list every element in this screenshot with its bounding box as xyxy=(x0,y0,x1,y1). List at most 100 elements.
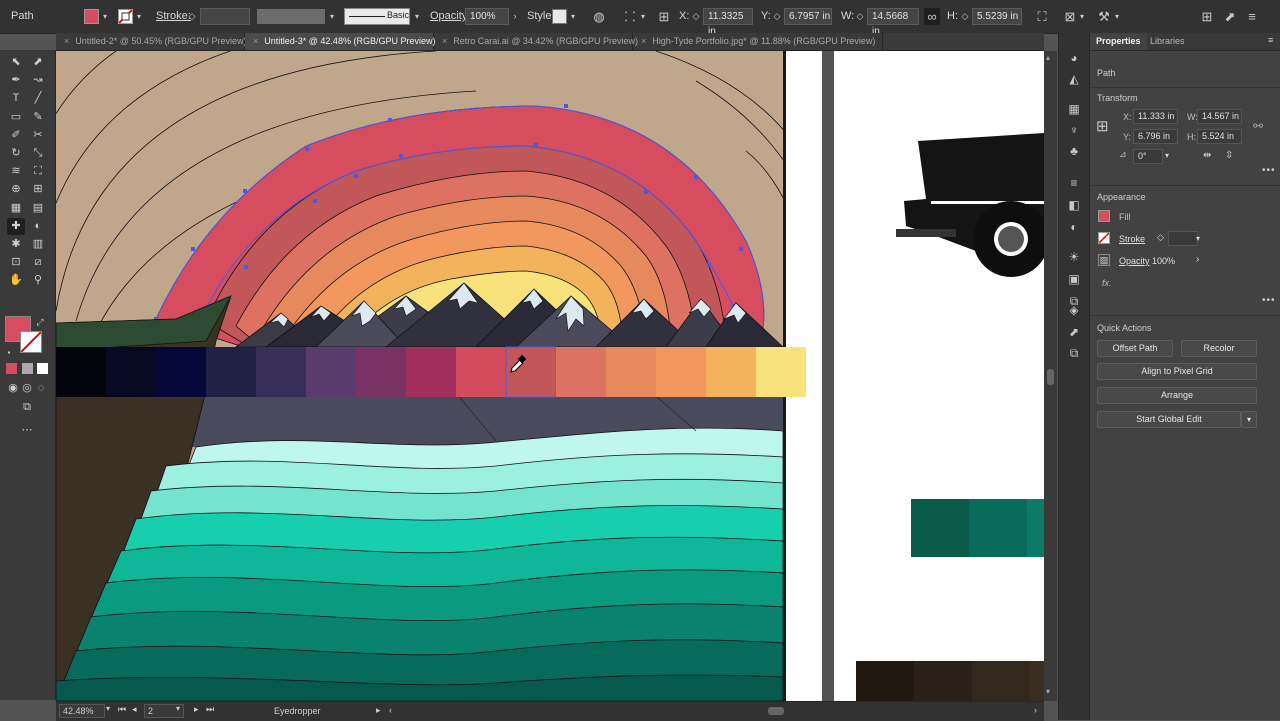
chevron-down-icon[interactable]: ▾ xyxy=(1196,234,1200,243)
line-tool-icon[interactable]: ╱ xyxy=(29,90,47,107)
horizontal-scroll-thumb[interactable] xyxy=(768,707,784,715)
y-field[interactable]: 6.796 in xyxy=(1133,129,1178,144)
chevron-down-icon[interactable]: ▾ xyxy=(569,8,577,25)
chevron-right-icon[interactable]: › xyxy=(1196,254,1199,265)
edit-toolbar-icon[interactable]: ⋯ xyxy=(18,422,36,439)
scroll-down-icon[interactable]: ▾ xyxy=(1046,687,1050,696)
h-field[interactable]: 5.5239 in xyxy=(972,8,1022,25)
variable-width-profile[interactable] xyxy=(257,9,325,24)
color-mode-icon[interactable] xyxy=(6,363,17,374)
fill-swatch[interactable] xyxy=(84,9,99,24)
stroke-weight-field[interactable] xyxy=(1168,231,1198,246)
chevron-down-icon[interactable]: ▾ xyxy=(135,8,143,25)
stepper-icon[interactable]: ◇ xyxy=(1157,232,1164,243)
palette-swatch[interactable] xyxy=(606,347,656,397)
screen-mode-icon[interactable]: ⧉ xyxy=(18,399,36,416)
layers-icon[interactable]: ◈ xyxy=(1066,302,1082,318)
graphic-styles-icon[interactable]: ▣ xyxy=(1066,271,1082,287)
menu-icon[interactable]: ≡ xyxy=(1244,8,1260,25)
column-graph-tool-icon[interactable]: ▥ xyxy=(29,236,47,253)
recolor-artwork-icon[interactable]: ◍ xyxy=(591,8,607,25)
arrange-documents-icon[interactable]: ⊞ xyxy=(1199,8,1215,25)
reference-point-icon[interactable]: ⊞ xyxy=(1096,117,1109,135)
appearance-panel-icon[interactable]: ☀ xyxy=(1066,249,1082,265)
chevron-down-icon[interactable]: ▾ xyxy=(176,704,180,713)
palette-swatch[interactable] xyxy=(156,347,206,397)
y-field[interactable]: 6.7957 in xyxy=(784,8,832,25)
stroke-panel-icon[interactable]: ≡ xyxy=(1066,175,1082,191)
perspective-tool-icon[interactable]: ⊞ xyxy=(29,181,47,198)
palette-swatch[interactable] xyxy=(556,347,606,397)
transform-icon[interactable]: ⛶ xyxy=(1034,8,1050,25)
hand-tool-icon[interactable]: ✋ xyxy=(7,272,25,289)
align-to-pixel-grid-button[interactable]: Align to Pixel Grid xyxy=(1097,363,1257,380)
artwork[interactable] xyxy=(56,51,1044,701)
last-artboard-icon[interactable]: ⏭ xyxy=(206,704,214,715)
recolor-button[interactable]: Recolor xyxy=(1181,340,1257,357)
rectangle-tool-icon[interactable]: ▭ xyxy=(7,109,25,126)
document-tab[interactable]: × Untitled-2* @ 50.45% (RGB/GPU Preview) xyxy=(56,33,246,50)
x-field[interactable]: 11.333 in xyxy=(1133,109,1178,124)
palette-swatch[interactable] xyxy=(106,347,156,397)
selection-tool-icon[interactable]: ⬉ xyxy=(7,54,25,71)
opacity-label[interactable]: Opacity xyxy=(1119,256,1150,266)
swap-fill-stroke-icon[interactable]: ⤢ xyxy=(34,314,46,331)
vertical-scrollbar[interactable]: ▴ ▾ xyxy=(1044,51,1057,701)
chevron-down-icon[interactable]: ▾ xyxy=(413,8,421,25)
symbols-icon[interactable]: ♣ xyxy=(1066,143,1082,159)
none-mode-icon[interactable] xyxy=(37,363,48,374)
palette-swatch[interactable] xyxy=(406,347,456,397)
swatches-icon[interactable]: ▦ xyxy=(1066,101,1082,117)
paintbrush-tool-icon[interactable]: ✎ xyxy=(29,109,47,126)
color-guide-icon[interactable]: ◕ xyxy=(1066,50,1082,66)
scroll-up-icon[interactable]: ▴ xyxy=(1046,53,1050,62)
more-options-icon[interactable]: ••• xyxy=(1262,165,1276,176)
offset-path-button[interactable]: Offset Path xyxy=(1097,340,1173,357)
palette-swatch[interactable] xyxy=(656,347,706,397)
pen-tool-icon[interactable]: ✒ xyxy=(7,72,25,89)
canvas[interactable] xyxy=(56,51,1044,701)
slice-tool-icon[interactable]: ⧄ xyxy=(29,254,47,271)
chevron-down-icon[interactable]: ▾ xyxy=(1165,151,1169,160)
mesh-tool-icon[interactable]: ▦ xyxy=(7,200,25,217)
stepper-icon[interactable]: ◇ xyxy=(960,8,970,25)
eyedropper-tool-icon[interactable]: ✚ xyxy=(7,217,25,235)
scissors-tool-icon[interactable]: ✂ xyxy=(29,127,47,144)
w-field[interactable]: 14.5668 in xyxy=(867,8,919,37)
fx-icon[interactable]: fx. xyxy=(1102,278,1112,288)
asset-export-icon[interactable]: ⬈ xyxy=(1066,324,1082,340)
rotate-tool-icon[interactable]: ↻ xyxy=(7,145,25,162)
palette-swatch[interactable] xyxy=(306,347,356,397)
symbol-sprayer-tool-icon[interactable]: ✱ xyxy=(7,236,25,253)
flip-horizontal-icon[interactable]: ⇹ xyxy=(1203,150,1211,161)
angle-field[interactable]: 0° xyxy=(1133,149,1163,164)
brush-definition[interactable]: Basic xyxy=(344,8,410,25)
brushes-icon[interactable]: ♆ xyxy=(1066,122,1082,138)
appearance-stroke-swatch[interactable] xyxy=(1098,232,1110,244)
stepper-icon[interactable]: ◇ xyxy=(186,8,198,25)
chevron-down-icon[interactable]: ▾ xyxy=(639,8,647,25)
tab-properties[interactable]: Properties xyxy=(1090,33,1147,50)
stroke-weight-field[interactable] xyxy=(200,8,250,25)
close-icon[interactable]: × xyxy=(64,36,69,46)
chevron-down-icon[interactable]: ▾ xyxy=(328,8,336,25)
palette-swatch[interactable] xyxy=(206,347,256,397)
scroll-left-icon[interactable]: ‹ xyxy=(389,705,392,715)
scroll-right-icon[interactable]: › xyxy=(1034,705,1037,715)
free-transform-tool-icon[interactable]: ⛶ xyxy=(29,163,47,180)
zoom-tool-icon[interactable]: ⚲ xyxy=(29,272,47,289)
graphic-style-swatch[interactable] xyxy=(552,9,567,24)
flip-vertical-icon[interactable]: ⇳ xyxy=(1225,150,1233,161)
scale-tool-icon[interactable]: ⤡ xyxy=(29,145,47,162)
artboards-icon[interactable]: ⧉ xyxy=(1066,345,1082,361)
first-artboard-icon[interactable]: ⏮ xyxy=(118,704,126,715)
gradient-mode-icon[interactable] xyxy=(22,363,33,374)
constrain-proportions-icon[interactable]: ⚯ xyxy=(1253,119,1263,133)
document-tab[interactable]: × High-Tyde Portfolio.jpg* @ 11.88% (RGB/… xyxy=(633,33,883,50)
previous-artboard-icon[interactable]: ◂ xyxy=(132,704,137,715)
palette-swatch[interactable] xyxy=(56,347,106,397)
palette-swatch[interactable] xyxy=(456,347,506,397)
palette-swatch[interactable] xyxy=(756,347,806,397)
shape-builder-tool-icon[interactable]: ⊕ xyxy=(7,181,25,198)
scroll-thumb[interactable] xyxy=(1047,369,1054,385)
